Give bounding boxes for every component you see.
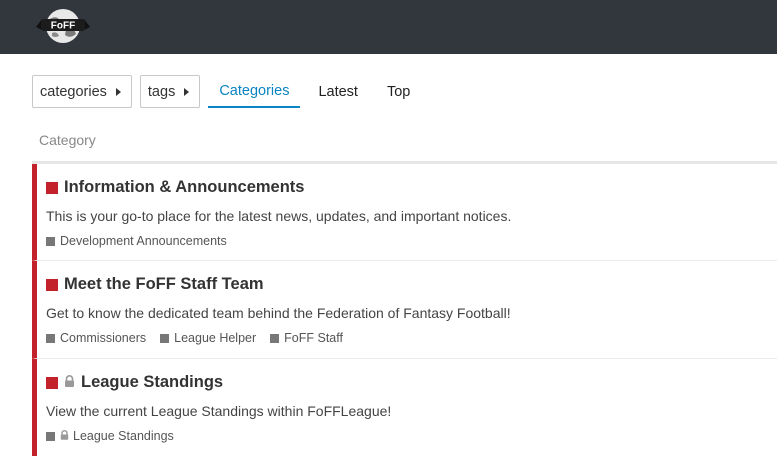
category-title[interactable]: Information & Announcements (46, 178, 304, 197)
category-title-text: Meet the FoFF Staff Team (64, 275, 264, 293)
lock-icon (64, 373, 75, 392)
subcategory-badge (46, 236, 55, 246)
category-description: Get to know the dedicated team behind th… (46, 305, 511, 321)
caret-right-icon (184, 87, 190, 96)
lock-icon (60, 429, 69, 443)
subcategory-badge (46, 333, 55, 343)
site-logo[interactable]: FoFF (32, 5, 94, 45)
subcategory-list: Commissioners League Helper FoFF Staff (46, 331, 357, 345)
subcategory-label: League Standings (73, 429, 174, 443)
subcategory-link[interactable]: FoFF Staff (270, 331, 343, 345)
categories-dropdown[interactable]: categories (32, 75, 132, 108)
category-navigation: categories tags Categories Latest Top (32, 75, 428, 108)
category-title-text: Information & Announcements (64, 178, 305, 196)
subcategory-label: FoFF Staff (284, 331, 343, 345)
subcategory-list: Development Announcements (46, 234, 241, 248)
subcategory-badge (46, 431, 55, 441)
subcategory-label: Commissioners (60, 331, 147, 345)
subcategory-label: League Helper (174, 331, 257, 345)
category-row: Information & Announcements This is your… (32, 164, 777, 261)
category-color-badge (46, 181, 58, 194)
subcategory-badge (160, 333, 170, 343)
site-header: FoFF (0, 0, 777, 54)
tab-latest[interactable]: Latest (307, 75, 369, 108)
category-row: Meet the FoFF Staff Team Get to know the… (32, 261, 777, 359)
category-list: Information & Announcements This is your… (32, 161, 777, 456)
caret-right-icon (115, 87, 121, 96)
logo-text: FoFF (51, 21, 75, 32)
category-column-header: Category (39, 132, 96, 148)
subcategory-link[interactable]: League Standings (46, 429, 174, 443)
tab-categories[interactable]: Categories (208, 75, 301, 108)
subcategory-label: Development Announcements (60, 234, 227, 248)
subcategory-badge (270, 333, 280, 343)
subcategory-link[interactable]: Commissioners (46, 331, 146, 345)
category-row: League Standings View the current League… (32, 359, 777, 456)
tags-dropdown-label: tags (147, 83, 176, 100)
category-color-badge (46, 376, 58, 389)
football-globe-logo-icon: FoFF (36, 9, 90, 43)
category-title-text: League Standings (81, 373, 224, 391)
tags-dropdown[interactable]: tags (139, 75, 201, 108)
category-title[interactable]: Meet the FoFF Staff Team (46, 275, 264, 294)
subcategory-list: League Standings (46, 429, 188, 443)
subcategory-link[interactable]: Development Announcements (46, 234, 227, 248)
category-description: This is your go-to place for the latest … (46, 208, 512, 224)
categories-dropdown-label: categories (40, 83, 107, 100)
tab-top[interactable]: Top (376, 75, 421, 108)
category-description: View the current League Standings within… (46, 403, 392, 419)
category-title[interactable]: League Standings (46, 373, 223, 392)
category-color-badge (46, 278, 58, 291)
subcategory-link[interactable]: League Helper (160, 331, 256, 345)
